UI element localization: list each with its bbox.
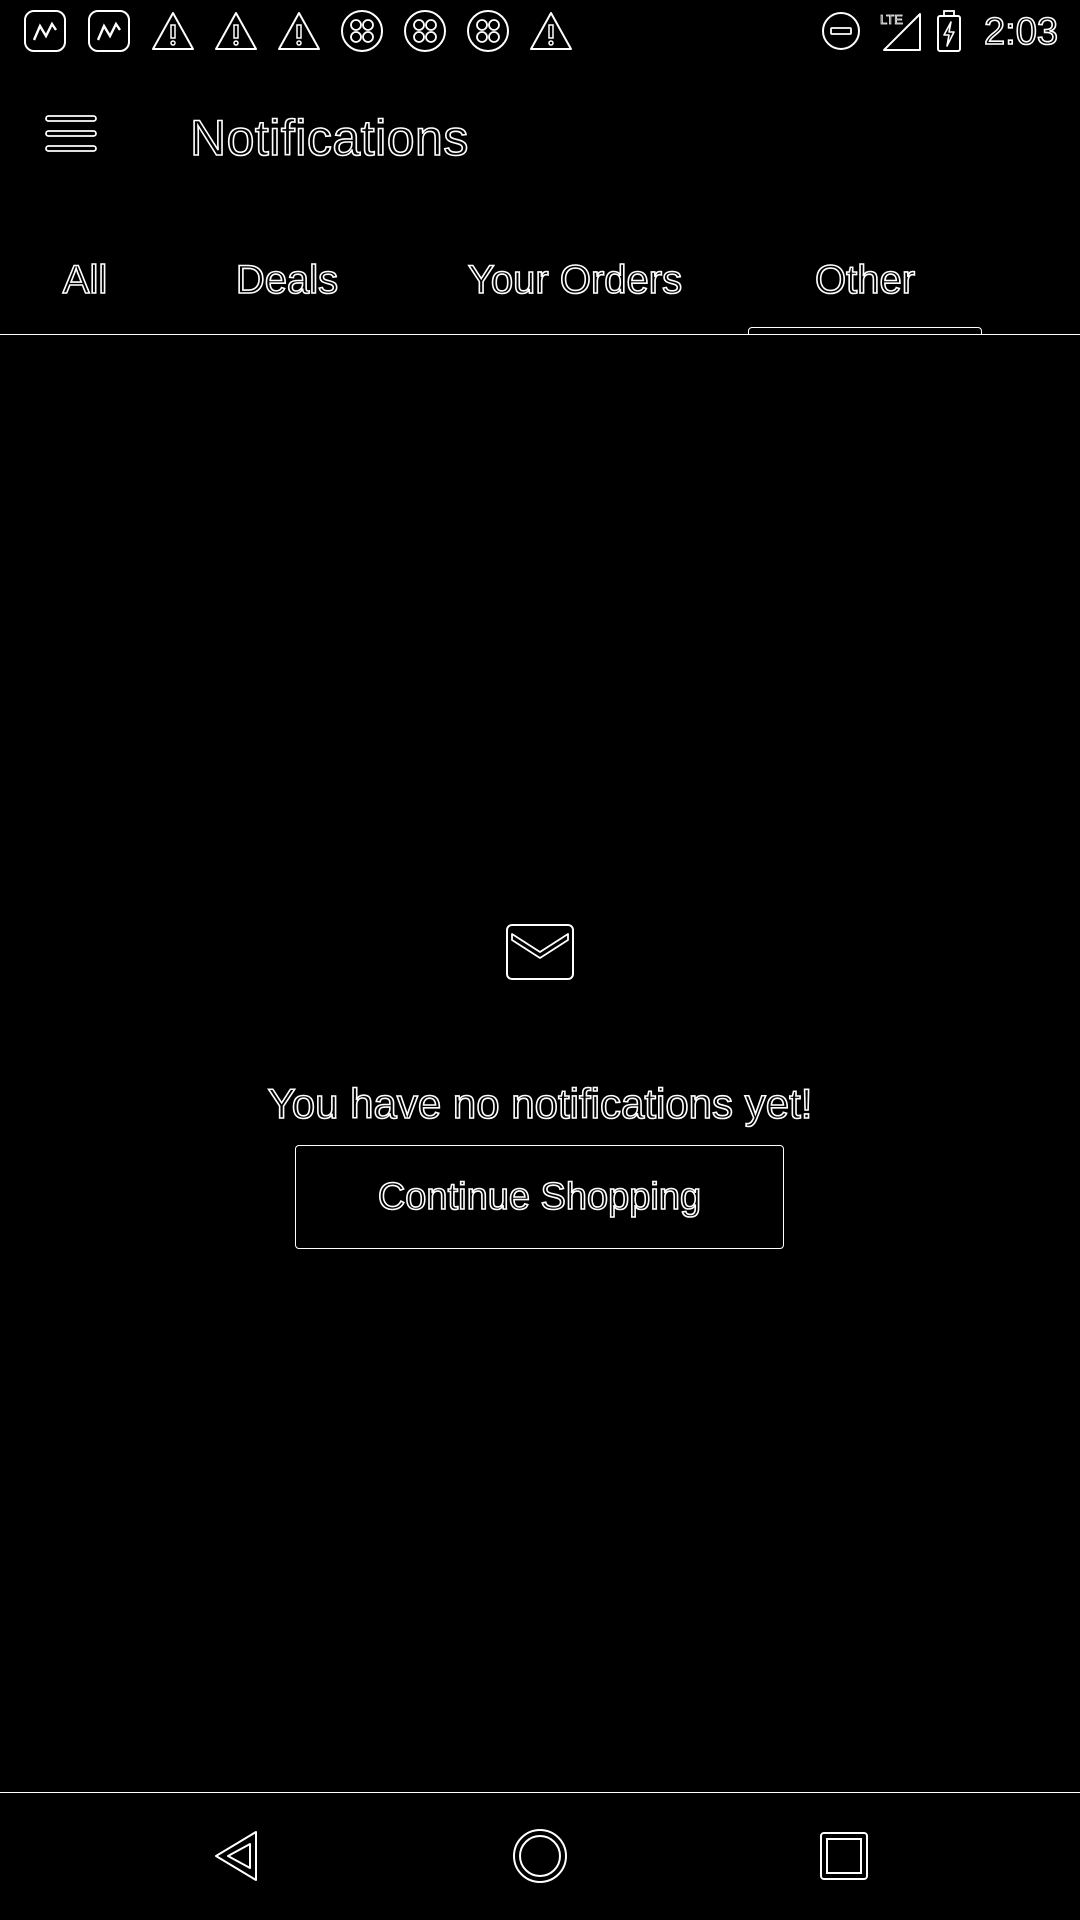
tab-your-orders[interactable]: Your Orders bbox=[458, 250, 692, 310]
home-circle-icon[interactable] bbox=[510, 1826, 570, 1886]
warning-icon bbox=[528, 8, 574, 54]
warning-icon bbox=[276, 8, 322, 54]
recents-square-icon[interactable] bbox=[814, 1826, 874, 1886]
do-not-disturb-icon bbox=[818, 8, 864, 54]
app-notification-icon bbox=[22, 8, 68, 54]
page-title: Notifications bbox=[189, 109, 469, 167]
back-triangle-icon[interactable] bbox=[206, 1826, 266, 1886]
tab-all[interactable]: All bbox=[50, 250, 120, 310]
battery-charging-icon bbox=[932, 8, 966, 54]
app-bar: Notifications bbox=[0, 64, 1080, 210]
status-time: 2:03 bbox=[983, 10, 1059, 54]
nav-bar-divider bbox=[0, 1792, 1080, 1793]
tab-other[interactable]: Other bbox=[796, 250, 934, 310]
tabs-divider bbox=[0, 334, 1080, 335]
clover-app-icon bbox=[402, 8, 448, 54]
svg-text:LTE: LTE bbox=[880, 12, 903, 27]
clover-app-icon bbox=[465, 8, 511, 54]
status-bar: LTE 2:03 bbox=[0, 0, 1080, 64]
empty-state-message: You have no notifications yet! bbox=[267, 1079, 813, 1128]
tab-bar: All Deals Your Orders Other bbox=[0, 230, 1080, 335]
hamburger-menu-icon[interactable] bbox=[44, 112, 100, 156]
envelope-icon bbox=[504, 922, 576, 982]
tab-deals[interactable]: Deals bbox=[220, 250, 354, 310]
app-notification-icon bbox=[86, 8, 132, 54]
clover-app-icon bbox=[339, 8, 385, 54]
warning-icon bbox=[213, 8, 259, 54]
warning-icon bbox=[150, 8, 196, 54]
continue-shopping-button[interactable]: Continue Shopping bbox=[295, 1145, 784, 1249]
lte-signal-icon: LTE bbox=[878, 8, 924, 54]
